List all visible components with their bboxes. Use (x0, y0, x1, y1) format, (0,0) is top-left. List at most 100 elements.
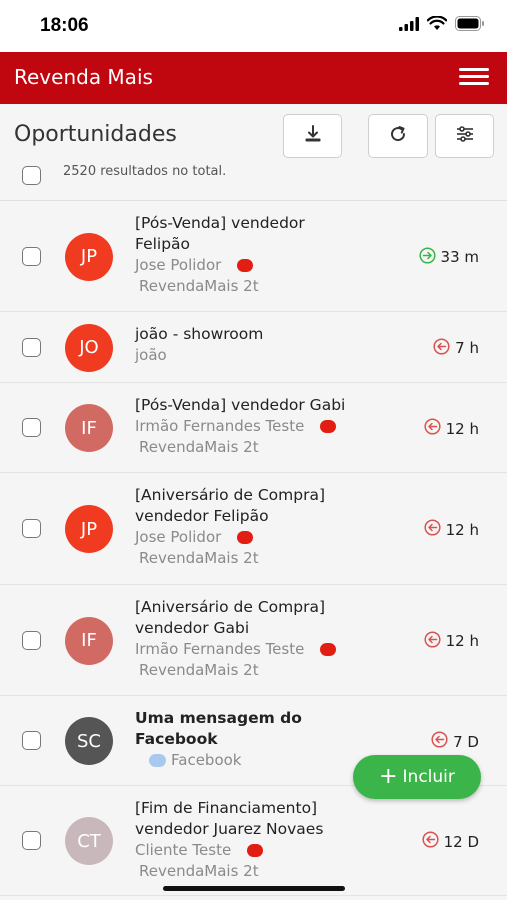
row-store: RevendaMais 2t (139, 277, 259, 295)
arrow-left-circle-icon (424, 519, 446, 540)
row-store: RevendaMais 2t (139, 661, 259, 679)
arrow-right-circle-icon (418, 246, 441, 268)
row-checkbox[interactable] (22, 418, 41, 437)
avatar-initials: JO (79, 337, 99, 358)
row-checkbox[interactable] (22, 831, 41, 850)
list-item[interactable]: JP [Aniversário de Compra] vendedor Felipã… (0, 473, 507, 585)
contact-name: Cliente Teste (135, 841, 232, 859)
row-checkbox[interactable] (22, 246, 41, 266)
plus-icon: + (379, 764, 398, 789)
row-text: [Aniversário de Compra] vendedor Gabi Irmã… (135, 597, 400, 681)
refresh-icon (388, 124, 408, 148)
row-contact: Irmão Fernandes Teste (135, 639, 400, 660)
time-value: 7 h (455, 339, 479, 357)
row-time: 7 D (431, 731, 479, 752)
list-item[interactable]: CT [Fim de Financiamento] vendedor Juarez … (0, 786, 507, 896)
row-time: 12 h (424, 630, 479, 652)
list-item[interactable]: IF [Pós-Venda] vendedor Gabi Irmão Fernand… (0, 383, 507, 473)
refresh-button[interactable] (368, 114, 428, 158)
avatar-initials: SC (77, 730, 101, 752)
list-item[interactable]: JP [Pós-Venda] vendedor Felipão Jose Polido… (0, 201, 507, 312)
avatar-initials: IF (81, 630, 97, 651)
row-text: [Fim de Financiamento] vendedor Juarez No… (135, 798, 400, 882)
download-icon (303, 124, 323, 148)
time-value: 12 h (445, 632, 479, 650)
row-store: RevendaMais 2t (139, 549, 259, 567)
row-title: vendedor Juarez Novaes (135, 820, 324, 838)
row-checkbox[interactable] (22, 630, 41, 650)
status-dot-icon (237, 531, 254, 544)
time-value: 7 D (453, 732, 479, 751)
menu-button[interactable] (459, 66, 489, 88)
contact-name: Jose Polidor (135, 528, 222, 546)
toolbar: Oportunidades 2520 resultados no total. (0, 104, 507, 200)
row-store: RevendaMais 2t (139, 438, 259, 456)
row-title: Felipão (135, 235, 191, 253)
arrow-left-circle-icon (424, 630, 446, 652)
home-indicator (163, 886, 345, 891)
row-time: 7 h (433, 337, 479, 359)
time-value: 33 m (440, 248, 479, 266)
row-contact: Cliente Teste (135, 840, 400, 861)
list-item[interactable]: IF [Aniversário de Compra] vendedor Gabi Ir… (0, 585, 507, 696)
filter-button[interactable] (435, 114, 494, 158)
avatar: IF (65, 616, 113, 665)
time-value: 12 D (443, 832, 479, 851)
row-title: joão - showroom (135, 325, 264, 343)
status-dot-icon (320, 420, 337, 433)
time-value: 12 h (445, 520, 479, 539)
row-text: [Aniversário de Compra] vendedor Felipão J… (135, 485, 400, 569)
include-button[interactable]: + Incluir (353, 755, 481, 799)
row-contact: joão (135, 345, 400, 366)
row-title: [Fim de Financiamento] (135, 799, 318, 817)
status-dot-icon (320, 643, 337, 656)
status-icons (399, 15, 485, 35)
avatar-initials: JP (80, 246, 98, 267)
status-time: 18:06 (40, 15, 89, 36)
include-button-label: Incluir (402, 767, 455, 787)
avatar: IF (65, 404, 113, 452)
row-checkbox[interactable] (22, 731, 41, 750)
wifi-icon (426, 15, 448, 35)
row-text: [Pós-Venda] vendedor Gabi Irmão Fernandes… (135, 395, 400, 458)
row-title: Facebook (135, 730, 218, 748)
time-value: 12 h (445, 419, 479, 438)
row-title: vendedor Gabi (135, 619, 250, 637)
avatar-initials: IF (81, 417, 97, 439)
avatar: JO (65, 323, 113, 372)
avatar: CT (65, 817, 113, 865)
facebook-dot-icon (149, 754, 166, 767)
row-checkbox[interactable] (22, 337, 41, 357)
contact-name: Irmão Fernandes Teste (135, 640, 305, 658)
status-dot-icon (237, 259, 254, 272)
row-contact: Jose Polidor (135, 527, 400, 548)
row-title: vendedor Felipão (135, 507, 269, 525)
row-title: [Aniversário de Compra] (135, 598, 325, 616)
row-title: [Aniversário de Compra] (135, 486, 325, 504)
status-dot-icon (247, 844, 264, 857)
row-contact: Jose Polidor (135, 255, 400, 276)
contact-name: joão (135, 346, 167, 364)
contact-name: Facebook (171, 751, 242, 769)
menu-icon (459, 68, 489, 71)
arrow-left-circle-icon (433, 337, 455, 359)
download-button[interactable] (283, 114, 342, 158)
row-time: 33 m (418, 246, 479, 268)
sliders-icon (455, 124, 475, 148)
battery-icon (455, 16, 485, 35)
row-title: Uma mensagem do (135, 709, 302, 727)
row-checkbox[interactable] (22, 519, 41, 538)
arrow-left-circle-icon (431, 731, 453, 752)
row-text: joão - showroom joão (135, 324, 400, 366)
app-title: Revenda Mais (14, 65, 153, 89)
select-all-checkbox[interactable] (22, 166, 41, 185)
contact-name: Irmão Fernandes Teste (135, 417, 305, 435)
contact-name: Jose Polidor (135, 256, 222, 274)
avatar: SC (65, 717, 113, 765)
arrow-left-circle-icon (422, 831, 444, 852)
avatar-initials: JP (80, 518, 98, 540)
avatar-initials: CT (77, 830, 101, 852)
row-text: [Pós-Venda] vendedor Felipão Jose Polidor R… (135, 213, 400, 297)
row-time: 12 D (422, 831, 479, 852)
list-item[interactable]: JO joão - showroom joão 7 h (0, 312, 507, 383)
